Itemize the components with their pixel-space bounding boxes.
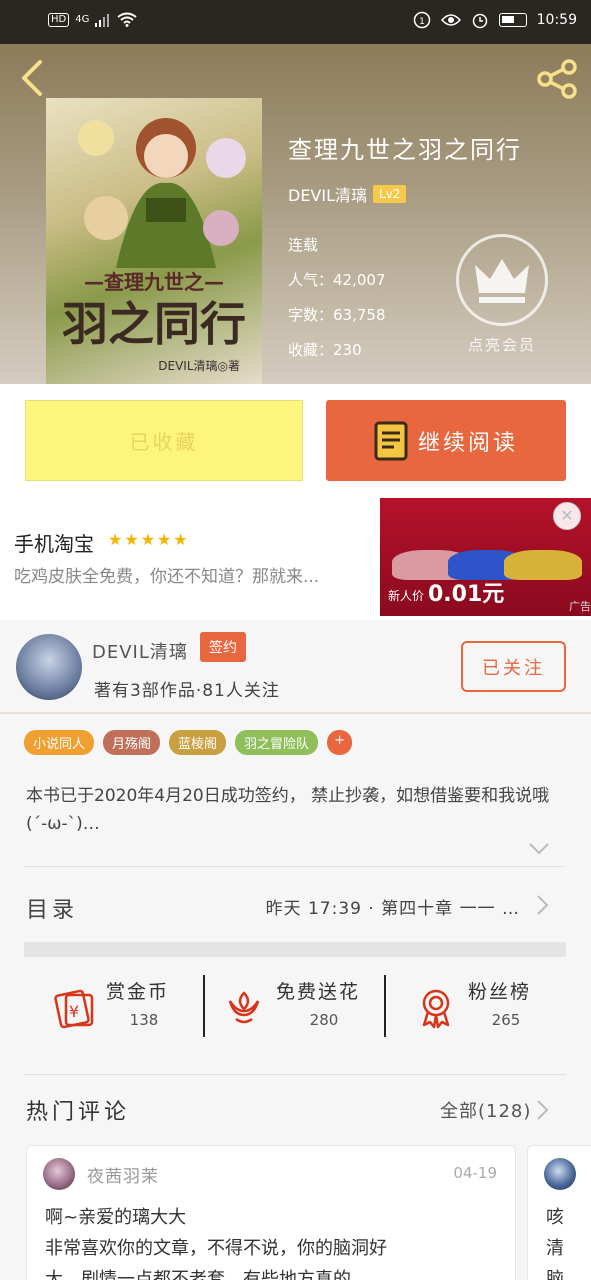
chevron-right-icon <box>537 895 549 915</box>
ad-close-icon[interactable]: ✕ <box>553 502 581 530</box>
tag-1[interactable]: 月殇阁 <box>103 730 161 755</box>
reward-coin-stat[interactable]: ¥ 赏金币 138 <box>52 977 192 1039</box>
tag-3[interactable]: 羽之冒险队 <box>235 730 319 755</box>
comment-card[interactable]: 咳 清 脑 <box>527 1145 591 1280</box>
stat-separator <box>384 975 386 1037</box>
follow-button[interactable]: 已关注 <box>461 641 566 692</box>
toc-label: 目录 <box>26 898 79 923</box>
action-bar: 已收藏 继续阅读 <box>0 384 591 498</box>
share-icon[interactable] <box>535 58 581 100</box>
continue-reading-button[interactable]: 继续阅读 <box>326 400 566 481</box>
word-count: 字数：63,758 <box>288 306 386 324</box>
commenter-name[interactable]: 夜茜羽茉 <box>87 1162 159 1187</box>
author-avatar[interactable] <box>16 634 82 700</box>
fan-ranking-stat[interactable]: 粉丝榜 265 <box>414 977 554 1039</box>
book-description: 本书已于2020年4月20日成功签约， 禁止抄袭，如想借鉴要和我说哦(´-ω-`… <box>26 786 550 834</box>
stat-value: 280 <box>309 1011 339 1029</box>
author-name[interactable]: DEVIL清璃 <box>288 182 367 206</box>
cover-author: DEVIL清璃◎著 <box>158 359 240 373</box>
vip-button[interactable] <box>456 234 548 326</box>
book-header: —查理九世之— 羽之同行 DEVIL清璃◎著 查理九世之羽之同行 DEVIL清璃… <box>0 44 591 384</box>
status-bar: HD 4G 1 10:59 <box>0 0 591 44</box>
red-envelope-icon: ¥ <box>54 989 94 1029</box>
toc-latest-chapter: 昨天 17:39 · 第四十章 一一 … <box>265 899 520 919</box>
continue-reading-label: 继续阅读 <box>417 430 518 456</box>
favorites-count: 收藏：230 <box>288 341 362 359</box>
stat-label: 免费送花 <box>276 981 361 1003</box>
back-icon[interactable] <box>14 58 50 98</box>
tag-list: 小说同人 月殇阁 蓝棱阁 羽之冒险队 + <box>24 730 352 755</box>
ad-newbie-label: 新人价 <box>388 589 425 603</box>
cover-illustration <box>78 118 246 268</box>
ad-rating-stars: ★★★★★ <box>108 530 190 549</box>
divider <box>0 712 591 714</box>
all-comments-link[interactable]: 全部(128) <box>440 1097 531 1123</box>
chevron-right-icon[interactable] <box>536 1099 550 1121</box>
chevron-down-icon[interactable] <box>528 842 550 856</box>
ad-car-gold <box>504 550 582 580</box>
crown-icon <box>475 259 529 303</box>
author-block-name[interactable]: DEVIL清璃 <box>92 638 188 664</box>
tag-0[interactable]: 小说同人 <box>24 730 95 755</box>
network-type: 4G <box>75 14 90 25</box>
popularity: 人气：42,007 <box>288 271 386 289</box>
comment-date: 04-19 <box>453 1164 497 1182</box>
ad-tag: 广告 <box>569 600 591 613</box>
free-flower-stat[interactable]: 免费送花 280 <box>222 977 382 1039</box>
alarm-icon <box>472 13 487 29</box>
comment-text: 啊~亲爱的璃大大 非常喜欢你的文章，不得不说，你的脑洞好 大，剧情一点都不老套，… <box>45 1202 515 1280</box>
table-of-contents-row[interactable]: 目录 昨天 17:39 · 第四十章 一一 … <box>24 868 566 942</box>
wifi-icon <box>117 12 137 27</box>
flower-icon <box>228 991 260 1024</box>
stat-value: 265 <box>491 1011 521 1029</box>
comment-line: 咳 <box>546 1207 564 1228</box>
author-block: DEVIL清璃 签约 著有3部作品·81人关注 已关注 <box>0 620 591 712</box>
comment-line: 清 <box>546 1238 564 1259</box>
book-title: 查理九世之羽之同行 <box>288 136 522 164</box>
comment-card[interactable]: 夜茜羽茉 04-19 啊~亲爱的璃大大 非常喜欢你的文章，不得不说，你的脑洞好 … <box>26 1145 516 1280</box>
signal-icon <box>95 13 110 27</box>
divider <box>24 1074 566 1075</box>
cover-big-title: 羽之同行 <box>62 297 246 351</box>
ad-price: 0.01元 <box>428 582 505 607</box>
clock-time: 10:59 <box>536 12 577 28</box>
svg-text:1: 1 <box>419 17 425 27</box>
book-meta: 连载 人气：42,007 字数：63,758 收藏：230 <box>288 228 386 368</box>
commenter-avatar[interactable] <box>43 1158 75 1190</box>
vip-label[interactable]: 点亮会员 <box>448 334 556 355</box>
comment-line: 脑 <box>546 1269 564 1280</box>
author-subtitle: 著有3部作品·81人关注 <box>94 681 280 701</box>
comment-line: 非常喜欢你的文章，不得不说，你的脑洞好 <box>45 1238 387 1259</box>
ad-description: 吃鸡皮肤全免费，你还不知道？那就来... <box>14 567 320 587</box>
signed-badge: 签约 <box>200 632 246 662</box>
stat-label: 粉丝榜 <box>468 981 532 1003</box>
tag-2[interactable]: 蓝棱阁 <box>169 730 227 755</box>
collected-button[interactable]: 已收藏 <box>25 400 303 481</box>
notification-icon: 1 <box>413 11 430 29</box>
comment-line: 啊~亲爱的璃大大 <box>45 1207 187 1228</box>
stats-row: ¥ 赏金币 138 免费送花 280 粉丝榜 265 <box>0 957 591 1059</box>
stat-label: 赏金币 <box>106 981 170 1003</box>
author-line[interactable]: DEVIL清璃 Lv2 <box>288 182 407 206</box>
hot-comments-title: 热门评论 <box>26 1100 131 1125</box>
serial-status: 连载 <box>288 236 319 254</box>
battery-icon <box>498 13 527 27</box>
eye-icon <box>440 14 461 26</box>
section-band <box>24 942 566 957</box>
ad-app-name: 手机淘宝 <box>14 532 94 556</box>
book-cover: —查理九世之— 羽之同行 DEVIL清璃◎著 <box>46 98 262 384</box>
tag-add-button[interactable]: + <box>327 730 352 755</box>
stat-separator <box>203 975 205 1037</box>
book-icon <box>374 421 408 460</box>
svg-text:¥: ¥ <box>69 1002 79 1021</box>
medal-icon <box>422 989 450 1029</box>
ad-banner[interactable]: 手机淘宝 ★★★★★ 吃鸡皮肤全免费，你还不知道？那就来... 新人价 0.01… <box>0 498 591 620</box>
commenter-avatar[interactable] <box>544 1158 576 1190</box>
level-badge: Lv2 <box>373 185 407 203</box>
hd-indicator: HD <box>48 12 70 27</box>
comment-line: 大，剧情一点都不老套，有些地方真的… <box>45 1269 369 1280</box>
stat-value: 138 <box>129 1011 159 1029</box>
comment-text: 咳 清 脑 <box>546 1202 586 1280</box>
divider <box>24 866 566 867</box>
